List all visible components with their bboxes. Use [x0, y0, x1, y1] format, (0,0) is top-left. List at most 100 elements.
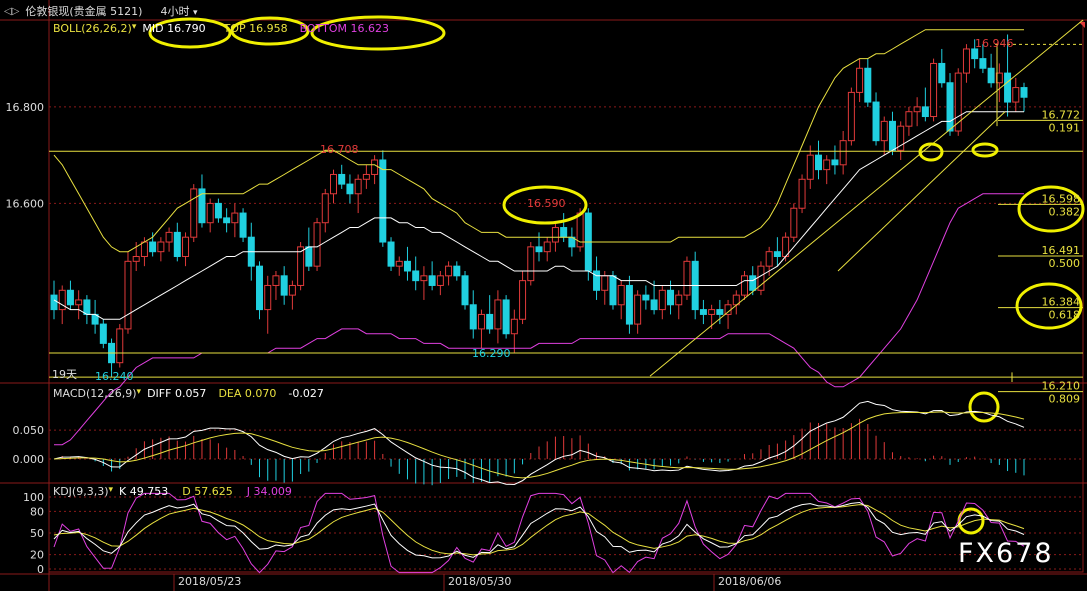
macd-diff-line [53, 400, 1025, 485]
highlight-ellipse [971, 142, 999, 158]
candle-down [560, 227, 568, 238]
macd-label: MACD(12,26,9) [53, 387, 137, 400]
candle-down [214, 202, 222, 219]
kdj-tick-label: 0 [37, 563, 44, 576]
candle-up [321, 193, 329, 224]
kdj-d: D 57.625 [182, 485, 233, 498]
candle-down [625, 284, 633, 325]
date-label: 2018/06/06 [718, 575, 781, 588]
candle-down [938, 62, 946, 84]
kdj-k-line [53, 501, 1025, 559]
candle-up [675, 294, 683, 306]
watermark: FX678 [958, 538, 1054, 569]
candle-down [1004, 72, 1012, 103]
candle-down [428, 275, 436, 286]
candle-down [346, 183, 354, 195]
candle-up [601, 275, 609, 291]
candle-up [75, 299, 83, 306]
candle-up [856, 67, 864, 93]
candle-down [50, 294, 58, 311]
candle-up [190, 188, 198, 238]
chevron-down-icon[interactable]: ▾ [132, 22, 137, 35]
candle-down [716, 309, 724, 315]
candle-up [264, 284, 272, 311]
candle-down [256, 265, 264, 311]
candle-down [987, 67, 995, 84]
kdj-tick-label: 50 [30, 527, 44, 540]
kdj-j: J 34.009 [246, 485, 292, 498]
kdj-d-line [53, 504, 1025, 556]
candle-up [519, 280, 527, 320]
candle-down [650, 299, 658, 311]
period-selector[interactable]: 4小时 ▾ [160, 3, 197, 19]
fib-ratio-label: 0.500 [1049, 257, 1081, 270]
fib-ratio-label: 0.618 [1049, 309, 1081, 322]
candle-up [420, 275, 428, 282]
instrument-title: 伦敦银现(贵金属 5121) [25, 5, 143, 18]
chart-canvas: 16.800 16.600 16.7720.191 16.5980.382 16.491… [0, 0, 1087, 591]
kdj-tick-label: 20 [30, 549, 44, 562]
candle-up [790, 207, 798, 238]
candle-down [239, 212, 247, 238]
candle-down [814, 154, 822, 171]
candle-up [272, 275, 280, 286]
back-forward-icon[interactable]: ◁▷ [4, 6, 19, 17]
fib-price-label: 16.384 [1042, 296, 1081, 309]
fib-price-label: 16.210 [1042, 380, 1081, 393]
candle-up [157, 241, 165, 253]
kdj-tick-label: 100 [23, 491, 44, 504]
highlight-ellipse [968, 391, 1000, 423]
candle-up [510, 318, 518, 335]
candle-down [1020, 87, 1028, 98]
fib-price-label: 16.772 [1042, 108, 1081, 121]
macd-tick-label: 0.000 [13, 453, 45, 466]
candle-down [66, 289, 74, 306]
candle-down [305, 246, 313, 267]
candle-up [634, 294, 642, 325]
candle-up [288, 284, 296, 296]
candle-up [527, 246, 535, 282]
candle-down [593, 270, 601, 291]
low-left-price-label: 16.240 [95, 370, 134, 383]
candle-up [329, 173, 337, 195]
candle-up [617, 284, 625, 306]
candle-up [683, 260, 691, 296]
candle-down [469, 304, 477, 330]
candle-up [930, 62, 938, 118]
candle-down [921, 106, 929, 118]
chart-frame [0, 0, 1087, 591]
candle-down [609, 275, 617, 306]
candle-up [116, 328, 124, 364]
fib-ratio-label: 0.382 [1049, 205, 1081, 218]
candle-up [58, 289, 66, 311]
candle-down [667, 289, 675, 306]
candle-up [231, 212, 239, 224]
chevron-down-icon[interactable]: ▾ [109, 485, 114, 498]
candle-up [543, 241, 551, 253]
candle-up [354, 178, 362, 195]
date-label: 2018/05/23 [178, 575, 241, 588]
chevron-down-icon: ▾ [192, 8, 198, 18]
boll-label: BOLL(26,26,2) [53, 22, 132, 35]
candle-up [839, 140, 847, 166]
candle-down [486, 313, 494, 330]
candle-down [535, 246, 543, 253]
candle-down [280, 275, 288, 296]
candle-up [765, 251, 773, 267]
candle-down [946, 82, 954, 132]
candle-up [551, 227, 559, 243]
candle-down [403, 260, 411, 272]
candle-up [494, 299, 502, 330]
texts-group: 16.800 16.600 16.7720.191 16.5980.382 16.491… [6, 37, 1081, 588]
high-price-label: 16.946 [975, 37, 1014, 50]
candle-up [395, 260, 403, 267]
chevron-down-icon[interactable]: ▾ [137, 387, 142, 400]
candle-down [173, 231, 181, 258]
peak-price-label: 16.708 [320, 143, 359, 156]
candle-up [445, 265, 453, 277]
candle-up [798, 178, 806, 209]
macd-dea: DEA 0.070 [218, 387, 277, 400]
candle-down [979, 58, 987, 69]
boll-top: TOP 16.958 [223, 22, 288, 35]
candle-up [362, 173, 370, 180]
